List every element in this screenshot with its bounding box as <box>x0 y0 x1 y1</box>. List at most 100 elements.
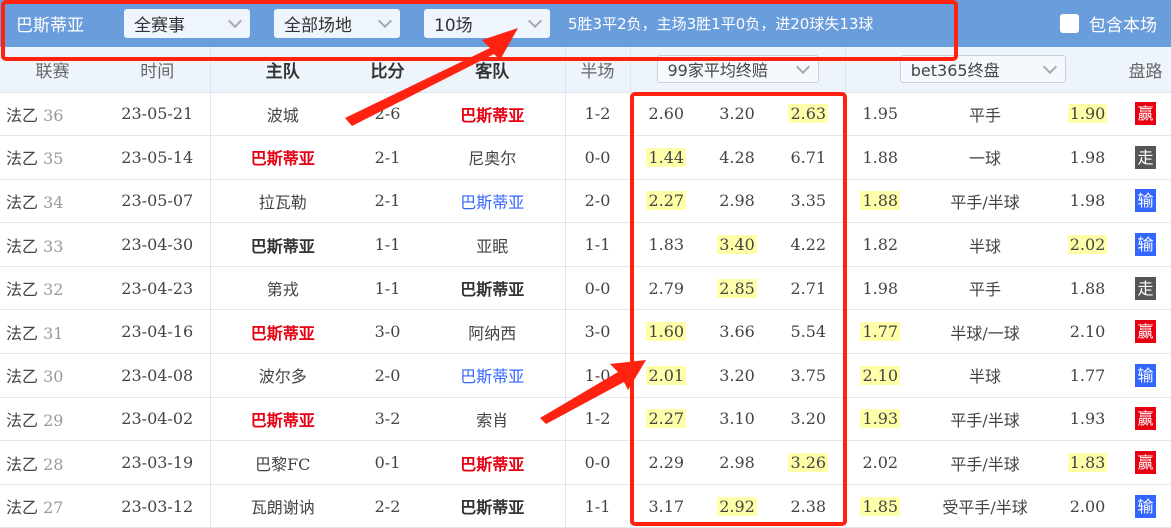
half-score: 2-0 <box>584 191 611 211</box>
home-cell: 拉瓦勒 <box>209 179 355 224</box>
away-team: 巴斯蒂亚 <box>460 367 525 387</box>
result-badge: 输 <box>1135 494 1157 518</box>
handicap-company-select[interactable]: bet365终盘 <box>899 55 1066 84</box>
home-team: 拉瓦勒 <box>258 192 307 212</box>
round-number: 36 <box>43 105 64 125</box>
venue-select[interactable]: 全部场地 <box>274 9 400 38</box>
handicap-value: 1.77 <box>860 322 901 342</box>
half-cell: 1-2 <box>564 92 630 137</box>
odds-select-value: 99家平均终赔 <box>667 61 768 81</box>
handicap-value: 平手 <box>969 105 1002 125</box>
result-badge: 输 <box>1135 363 1157 387</box>
home-cell: 波尔多 <box>209 353 355 398</box>
league-name: 法乙 <box>6 367 39 387</box>
half-score: 3-0 <box>584 322 611 342</box>
handicap-cell: 2.02 <box>844 440 916 485</box>
col-time: 时间 <box>105 47 210 93</box>
match-history-table: 联赛 时间 主队 比分 客队 半场 99家平均终赔 bet365终盘 盘路 法乙… <box>0 47 1171 528</box>
odds-value: 2.85 <box>717 278 757 298</box>
match-count-value: 10场 <box>434 16 473 36</box>
handicap-value: 半球 <box>969 236 1002 256</box>
odds-value: 6.71 <box>790 147 827 167</box>
away-team: 巴斯蒂亚 <box>460 280 525 300</box>
include-current-toggle[interactable]: 包含本场 <box>1060 11 1157 36</box>
odds-value: 5.54 <box>790 322 827 342</box>
result-cell: 走 <box>1120 135 1171 180</box>
odds-cell: 3.20 <box>702 92 772 137</box>
score: 3-2 <box>374 409 401 429</box>
venue-value: 全部场地 <box>284 16 352 36</box>
handicap-value: 1.98 <box>862 278 899 298</box>
chevron-down-icon <box>527 13 543 29</box>
date-cell: 23-04-30 <box>105 222 210 267</box>
result-badge: 走 <box>1135 276 1157 300</box>
score-cell: 1-1 <box>355 266 420 311</box>
handicap-value: 2.10 <box>1069 322 1106 342</box>
odds-value: 2.98 <box>719 191 755 211</box>
odds-cell: 2.98 <box>702 179 772 224</box>
away-team: 索肖 <box>476 410 509 430</box>
date-cell: 23-03-19 <box>105 440 210 485</box>
home-cell: 巴斯蒂亚 <box>209 222 355 267</box>
league-cell: 法乙 31 <box>0 309 105 355</box>
checkbox[interactable] <box>1060 14 1079 33</box>
handicap-cell: 1.83 <box>1055 440 1121 485</box>
odds-value: 4.28 <box>719 147 755 167</box>
away-cell: 阿纳西 <box>420 309 565 355</box>
date-cell: 23-04-16 <box>105 309 210 355</box>
odds-cell: 2.38 <box>772 484 846 528</box>
odds-value: 3.20 <box>719 365 755 385</box>
score-cell: 1-1 <box>355 222 420 267</box>
odds-value: 2.71 <box>790 278 827 298</box>
handicap-cell: 1.88 <box>1055 266 1121 311</box>
table-row: 法乙 36 23-05-21 波城 2-6 巴斯蒂亚 1-2 2.60 3.20 2.63 1.9… <box>0 92 1171 137</box>
table-row: 法乙 27 23-03-12 瓦朗谢讷 2-2 巴斯蒂亚 1-1 3.17 2.92 2.38 1… <box>0 484 1171 528</box>
odds-value: 3.10 <box>719 409 755 429</box>
competition-select[interactable]: 全赛事 <box>124 9 250 38</box>
odds-company-select[interactable]: 99家平均终赔 <box>656 55 819 84</box>
home-cell: 瓦朗谢讷 <box>209 484 355 528</box>
odds-value: 3.20 <box>790 409 827 429</box>
result-badge: 赢 <box>1135 102 1157 126</box>
score: 0-1 <box>374 453 401 473</box>
table-row: 法乙 31 23-04-16 巴斯蒂亚 3-0 阿纳西 3-0 1.60 3.66 5.54 1.… <box>0 309 1171 355</box>
home-team: 波城 <box>266 105 299 125</box>
home-team: 波尔多 <box>258 367 307 387</box>
half-cell: 1-0 <box>564 353 630 398</box>
score-cell: 3-2 <box>355 397 420 442</box>
half-score: 0-0 <box>584 453 611 473</box>
chevron-down-icon <box>227 13 243 29</box>
odds-cell: 4.22 <box>772 222 846 267</box>
match-date: 23-03-19 <box>121 453 194 473</box>
league-name: 法乙 <box>6 410 39 430</box>
odds-cell: 3.75 <box>772 353 846 398</box>
score-cell: 2-1 <box>355 135 420 180</box>
away-team: 亚眠 <box>476 236 509 256</box>
half-cell: 1-2 <box>564 397 630 442</box>
half-cell: 1-1 <box>564 222 630 267</box>
match-count-select[interactable]: 10场 <box>424 9 550 38</box>
odds-cell: 1.83 <box>629 222 702 267</box>
half-score: 1-2 <box>584 104 611 124</box>
odds-cell: 1.60 <box>629 309 702 355</box>
home-cell: 巴黎FC <box>209 440 355 485</box>
handicap-cell: 1.88 <box>844 179 916 224</box>
score: 1-1 <box>374 235 401 255</box>
league-name: 法乙 <box>6 192 39 212</box>
handicap-value: 受平手/半球 <box>942 498 1028 518</box>
handicap-value: 半球/一球 <box>950 323 1020 343</box>
away-cell: 索肖 <box>420 397 565 442</box>
odds-cell: 3.17 <box>629 484 702 528</box>
handicap-cell: 1.77 <box>1055 353 1121 398</box>
col-league: 联赛 <box>0 47 105 93</box>
handicap-cell: 1.98 <box>844 266 916 311</box>
odds-cell: 1.44 <box>629 135 702 180</box>
half-score: 0-0 <box>584 278 611 298</box>
half-cell: 0-0 <box>564 266 630 311</box>
score: 1-1 <box>374 278 401 298</box>
handicap-cell: 1.98 <box>1055 135 1121 180</box>
match-date: 23-03-12 <box>121 496 194 516</box>
handicap-value: 1.93 <box>1069 409 1106 429</box>
handicap-value: 1.88 <box>1069 278 1106 298</box>
result-cell: 输 <box>1120 484 1171 528</box>
